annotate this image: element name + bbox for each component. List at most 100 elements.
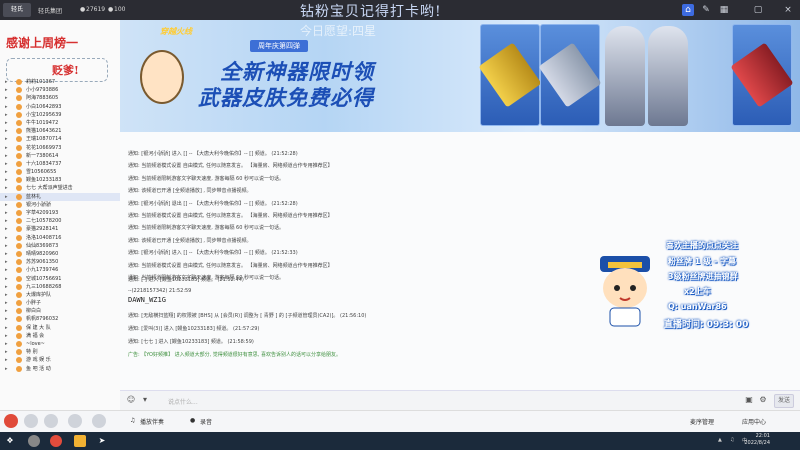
user-list-item[interactable]: ▸ 保 建 大 队 [0,324,120,332]
user-list-item[interactable]: ▸ 鳗鱼10233183 [0,176,120,184]
network-icon[interactable]: ▲ [718,437,722,443]
expand-arrow-icon[interactable]: ▸ [5,342,8,347]
user-list-item[interactable]: ▸ 鱼 吧 活 动 [0,365,120,373]
expand-arrow-icon[interactable]: ▸ [5,268,8,273]
expand-arrow-icon[interactable]: ▸ [5,227,8,232]
expand-arrow-icon[interactable]: ▸ [5,96,8,101]
taskbar-clock[interactable]: 22:01 2022/8/24 [744,433,770,447]
expand-arrow-icon[interactable]: ▸ [5,366,8,372]
user-list-item[interactable]: ▸ 新一7380614 [0,152,120,160]
volume-icon[interactable]: ♫ [730,437,734,443]
user-list-item[interactable]: ▸ 小小9793886 [0,86,120,94]
expand-arrow-icon[interactable]: ▸ [5,317,8,322]
user-list-item[interactable]: ▸ 七七 大帮派声望进击 [0,184,120,192]
expand-arrow-icon[interactable]: ▸ [5,194,8,200]
expand-arrow-icon[interactable]: ▸ [5,243,8,249]
user-list-item[interactable]: ▸ 花花10669973 [0,144,120,152]
broadcast-button[interactable] [4,414,18,428]
user-list-item[interactable]: ▸ 仙仙8369873 [0,242,120,250]
expand-icon[interactable]: ▢ [752,4,764,16]
user-list-item[interactable]: ▸ 雪10560655 [0,168,120,176]
user-list-item[interactable]: ▸ 莉莉101367 [0,78,120,86]
user-list-item[interactable]: ▸ 蓝林礼 [0,192,120,201]
expand-arrow-icon[interactable]: ▸ [5,120,8,126]
expand-arrow-icon[interactable]: ▸ [5,211,8,216]
user-list-item[interactable]: ▸ 王瑞10870714 [0,135,120,143]
pen-icon[interactable]: ✎ [700,4,712,16]
expand-arrow-icon[interactable]: ▸ [5,235,8,241]
mic-queue-button[interactable]: 麦序管理 [690,417,714,426]
expand-arrow-icon[interactable]: ▸ [5,170,8,175]
settings-icon[interactable]: ⚙ [758,395,768,405]
ad-banner[interactable]: 穿越火线 周年庆第四弹 全新神器限时领 武器皮肤免费必得 今日愿望:四星 [120,20,800,132]
image-icon[interactable]: ▣ [744,395,754,405]
expand-arrow-icon[interactable]: ▸ [5,251,8,257]
expand-arrow-icon[interactable]: ▸ [5,284,8,290]
expand-arrow-icon[interactable]: ▸ [5,161,8,167]
send-button[interactable]: 发送 [774,394,794,408]
expand-arrow-icon[interactable]: ▸ [5,333,8,339]
user-list-item[interactable]: ▸ 二七10578200 [0,217,120,225]
user-list-item[interactable]: ▸ 豪猫2928141 [0,225,120,233]
expand-arrow-icon[interactable]: ▸ [5,129,8,134]
user-list-item[interactable]: ▸ 小九1739746 [0,266,120,274]
expand-arrow-icon[interactable]: ▸ [5,325,8,331]
user-list-item[interactable]: ▸ 十六10834737 [0,160,120,168]
expand-arrow-icon[interactable]: ▸ [5,88,8,93]
expand-arrow-icon[interactable]: ▸ [5,104,8,110]
user-list-item[interactable]: ▸ 晴晴9820960 [0,250,120,258]
user-list-item[interactable]: ▸ 大爆库护队 [0,291,120,299]
close-icon[interactable]: × [782,4,794,16]
user-list-item[interactable]: ▸ 银河小骄骄 [0,201,120,209]
expand-arrow-icon[interactable]: ▸ [5,153,8,159]
app-center-button[interactable]: 应用中心 [742,417,766,426]
weibo-icon[interactable] [50,435,62,447]
user-list-item[interactable]: ▸ 字草4209193 [0,209,120,217]
mic-icon[interactable] [24,414,38,428]
expand-arrow-icon[interactable]: ▸ [5,309,8,314]
chevron-down-icon[interactable]: ▾ [140,395,150,405]
start-icon[interactable]: ❖ [4,435,16,447]
expand-arrow-icon[interactable]: ▸ [5,219,8,224]
headset-icon[interactable] [92,414,106,428]
expand-arrow-icon[interactable]: ▸ [5,292,8,298]
expand-arrow-icon[interactable]: ▸ [5,178,8,183]
expand-arrow-icon[interactable]: ▸ [5,80,8,85]
expand-arrow-icon[interactable]: ▸ [5,350,8,355]
user-list-item[interactable]: ▸ 熊猫10643621 [0,127,120,135]
speaker-icon[interactable] [44,414,58,428]
play-music-button[interactable]: 播放伴奏 [140,417,164,426]
expand-arrow-icon[interactable]: ▸ [5,301,8,306]
search-icon[interactable] [28,435,40,447]
user-list-item[interactable]: ▸ 阿海7883605 [0,94,120,102]
expand-arrow-icon[interactable]: ▸ [5,260,8,265]
expand-arrow-icon[interactable]: ▸ [5,202,8,208]
user-list-item[interactable]: ▸ 柳白白 [0,307,120,315]
expand-arrow-icon[interactable]: ▸ [5,358,8,363]
user-list-item[interactable]: ▸ 小白10642893 [0,103,120,111]
user-list-item[interactable]: ▸ 苏苏9061350 [0,258,120,266]
user-list-item[interactable]: ▸ 满 福 会 [0,332,120,340]
record-button[interactable]: 录音 [200,417,212,426]
chat-input[interactable]: 说点什么... [168,397,198,406]
home-icon[interactable]: ⌂ [682,4,694,16]
user-list-item[interactable]: ▸ 九三10688268 [0,283,120,291]
expand-arrow-icon[interactable]: ▸ [5,276,8,282]
room-name[interactable]: 轻氏集团 [38,6,62,15]
emoji-icon[interactable]: ☺ [126,395,136,405]
expand-arrow-icon[interactable]: ▸ [5,137,8,142]
mic-volume-icon[interactable] [68,414,82,428]
expand-arrow-icon[interactable]: ▸ [5,145,8,151]
user-list-item[interactable]: ▸ 特 别 [0,348,120,356]
expand-arrow-icon[interactable]: ▸ [5,112,8,118]
user-list-item[interactable]: ▸ 洛洛10408716 [0,234,120,242]
user-list-item[interactable]: ▸ 帆帆8796032 [0,315,120,323]
grid-icon[interactable]: ▦ [718,4,730,16]
user-list-item[interactable]: ▸ 游 戏 娱 乐 [0,356,120,364]
user-list-item[interactable]: ▸ 小宝10295639 [0,111,120,119]
expand-arrow-icon[interactable]: ▸ [5,186,8,191]
yy-app-icon[interactable] [74,435,86,447]
user-list-item[interactable]: ▸ ~love~ [0,340,120,348]
user-list-item[interactable]: ▸ 小胖子 [0,299,120,307]
user-list-item[interactable]: ▸ 牛牛1019472 [0,119,120,127]
